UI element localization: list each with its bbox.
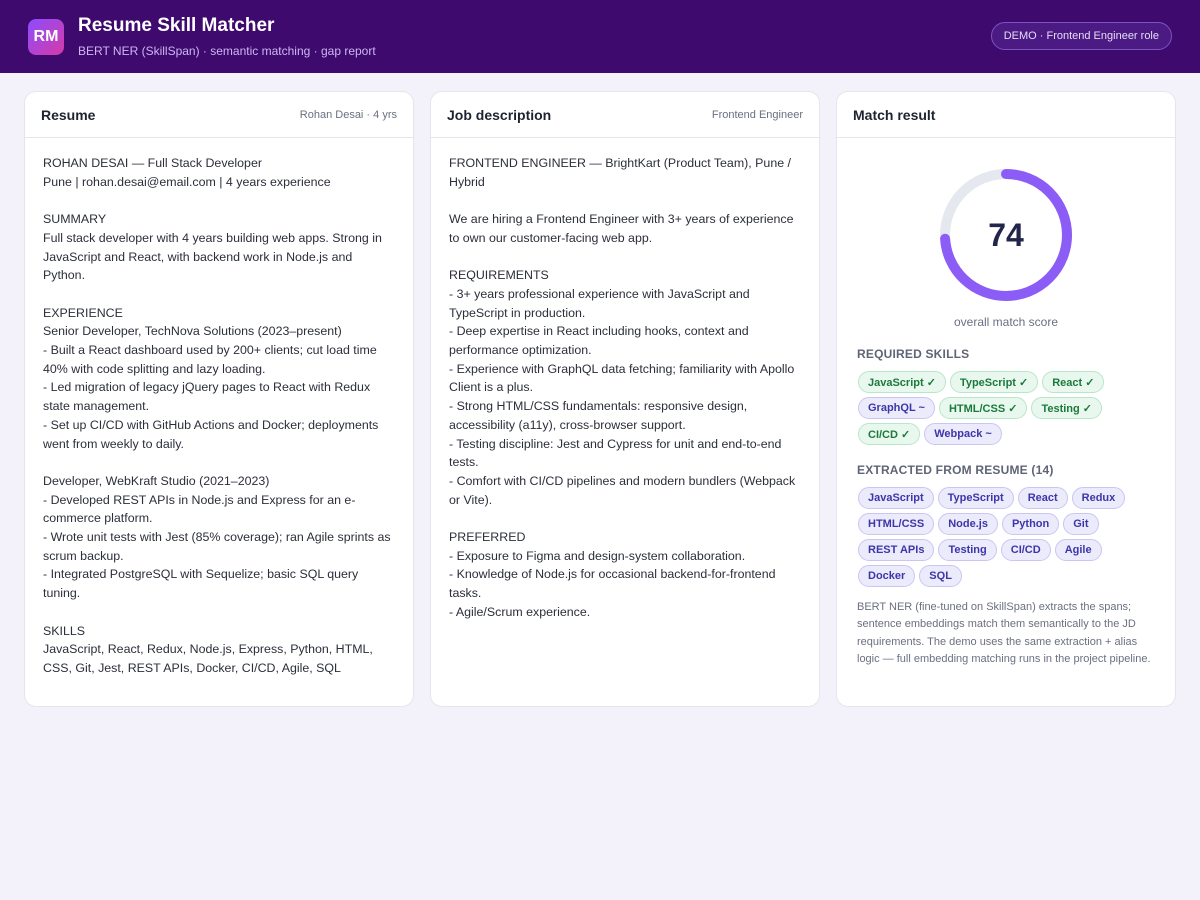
extracted-skills-heading: EXTRACTED FROM RESUME (14) [857, 463, 1054, 477]
match-score-value: 74 [988, 216, 1024, 253]
extracted-skill-chip[interactable]: Testing [938, 539, 997, 561]
job-panel-title: Job description [447, 106, 552, 123]
extracted-skill-chip[interactable]: Node.js [938, 513, 998, 535]
required-skill-chip[interactable]: Webpack ~ [924, 423, 1002, 445]
match-result-panel: Match result 74 overall match score REQU… [836, 91, 1176, 707]
job-description-text[interactable]: FRONTEND ENGINEER — BrightKart (Product … [431, 138, 819, 622]
extracted-skill-chip[interactable]: TypeScript [937, 487, 1014, 509]
job-role-meta: Frontend Engineer [711, 108, 803, 121]
extracted-skill-chip[interactable]: HTML/CSS [858, 513, 935, 535]
extracted-skills-list: JavaScript TypeScript React Redux HTML/CSS No… [858, 487, 1158, 587]
match-score-gauge: 74 [936, 165, 1076, 305]
resume-candidate-meta: Rohan Desai · 4 yrs [299, 108, 397, 121]
required-skills-heading: REQUIRED SKILLS [857, 347, 970, 361]
required-skills-list: JavaScript ✓ TypeScript ✓ React ✓ GraphQL ~… [858, 371, 1158, 445]
required-skill-chip[interactable]: GraphQL ~ [858, 397, 935, 419]
required-skill-chip[interactable]: React ✓ [1042, 371, 1105, 393]
job-description-panel: Job description Frontend Engineer FRONTE… [430, 91, 820, 707]
extracted-skill-chip[interactable]: SQL [919, 565, 962, 587]
app-logo: RM [28, 18, 64, 55]
app-subtitle: BERT NER (SkillSpan) · semantic matching… [78, 44, 376, 58]
required-skill-chip[interactable]: Testing ✓ [1031, 397, 1103, 419]
required-skill-chip[interactable]: JavaScript ✓ [858, 371, 946, 393]
required-skill-chip[interactable]: CI/CD ✓ [858, 423, 921, 445]
match-panel-title: Match result [853, 106, 936, 123]
match-panel-header: Match result [837, 92, 1175, 138]
method-note: BERT NER (fine-tuned on SkillSpan) extra… [857, 601, 1151, 665]
resume-panel-title: Resume [41, 106, 96, 123]
demo-role-badge[interactable]: DEMO · Frontend Engineer role [990, 22, 1172, 50]
extracted-skill-chip[interactable]: CI/CD [1000, 539, 1051, 561]
resume-text[interactable]: ROHAN DESAI — Full Stack Developer Pune … [25, 138, 413, 678]
resume-panel: Resume Rohan Desai · 4 yrs ROHAN DESAI —… [24, 91, 414, 707]
extracted-skill-chip[interactable]: Git [1063, 513, 1099, 535]
extracted-skill-chip[interactable]: Docker [858, 565, 916, 587]
extracted-skill-chip[interactable]: Python [1001, 513, 1060, 535]
required-skill-chip[interactable]: TypeScript ✓ [949, 371, 1039, 393]
extracted-skill-chip[interactable]: Redux [1071, 487, 1126, 509]
extracted-skill-chip[interactable]: REST APIs [858, 539, 935, 561]
required-skill-chip[interactable]: HTML/CSS ✓ [938, 397, 1028, 419]
job-panel-header: Job description Frontend Engineer [431, 92, 819, 138]
extracted-skill-chip[interactable]: Agile [1054, 539, 1102, 561]
app-title: Resume Skill Matcher [78, 15, 275, 36]
match-score-caption: overall match score [953, 315, 1059, 329]
app-header: RM Resume Skill Matcher BERT NER (SkillS… [0, 0, 1200, 73]
resume-panel-header: Resume Rohan Desai · 4 yrs [25, 92, 413, 138]
extracted-skill-chip[interactable]: React [1017, 487, 1068, 509]
extracted-skill-chip[interactable]: JavaScript [858, 487, 934, 509]
